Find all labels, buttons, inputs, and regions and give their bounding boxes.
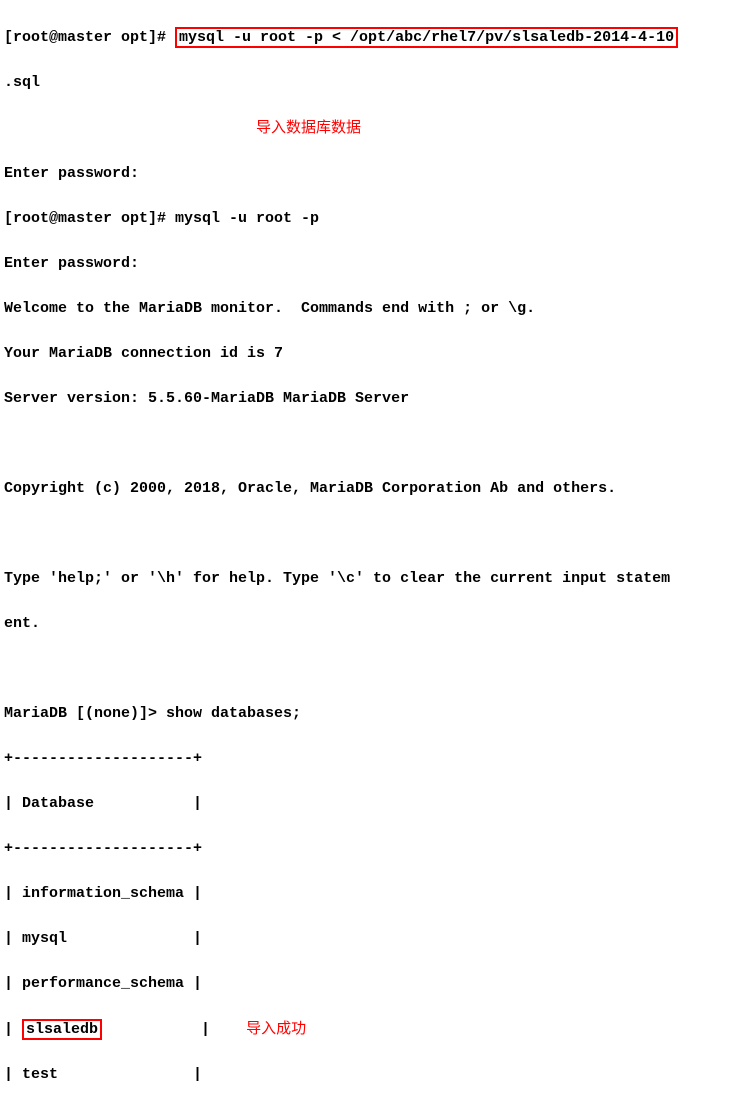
copyright-line: Copyright (c) 2000, 2018, Oracle, MariaD… xyxy=(4,478,749,501)
shell-prompt: [root@master opt]# xyxy=(4,29,175,46)
mysql-login-command: mysql -u root -p xyxy=(175,210,319,227)
cmd-line-1: [root@master opt]# mysql -u root -p < /o… xyxy=(4,27,749,50)
show-databases-command: show databases; xyxy=(166,705,301,722)
table-row: | information_schema | xyxy=(4,883,749,906)
blank-line xyxy=(4,433,749,456)
welcome-line: Welcome to the MariaDB monitor. Commands… xyxy=(4,298,749,321)
terminal-output: [root@master opt]# mysql -u root -p < /o… xyxy=(4,4,749,1106)
shell-prompt: [root@master opt]# xyxy=(4,210,175,227)
table-border: +--------------------+ xyxy=(4,748,749,771)
table-border: +--------------------+ xyxy=(4,838,749,861)
table-row: | test | xyxy=(4,1064,749,1087)
highlighted-command-import: mysql -u root -p < /opt/abc/rhel7/pv/sls… xyxy=(175,27,678,48)
cmd-line-2: [root@master opt]# mysql -u root -p xyxy=(4,208,749,231)
table-row: | mysql | xyxy=(4,928,749,951)
blank-line xyxy=(4,658,749,681)
success-annotation: 导入成功 xyxy=(246,1020,306,1037)
table-header: | Database | xyxy=(4,793,749,816)
cmd-line-1-cont: .sql xyxy=(4,72,749,95)
password-prompt-1: Enter password: xyxy=(4,163,749,186)
highlighted-db-name: slsaledb xyxy=(22,1019,102,1040)
password-prompt-2: Enter password: xyxy=(4,253,749,276)
server-version-line: Server version: 5.5.60-MariaDB MariaDB S… xyxy=(4,388,749,411)
help-line-1: Type 'help;' or '\h' for help. Type '\c'… xyxy=(4,568,749,591)
help-line-2: ent. xyxy=(4,613,749,636)
table-row-slsaledb: | slsaledb | 导入成功 xyxy=(4,1018,749,1042)
annotation-line-1: 导入数据库数据 xyxy=(4,117,749,141)
import-annotation: 导入数据库数据 xyxy=(256,119,361,136)
mariadb-prompt: MariaDB [(none)]> xyxy=(4,705,166,722)
table-row: | performance_schema | xyxy=(4,973,749,996)
blank-line xyxy=(4,523,749,546)
mariadb-prompt-line: MariaDB [(none)]> show databases; xyxy=(4,703,749,726)
connection-id-line: Your MariaDB connection id is 7 xyxy=(4,343,749,366)
